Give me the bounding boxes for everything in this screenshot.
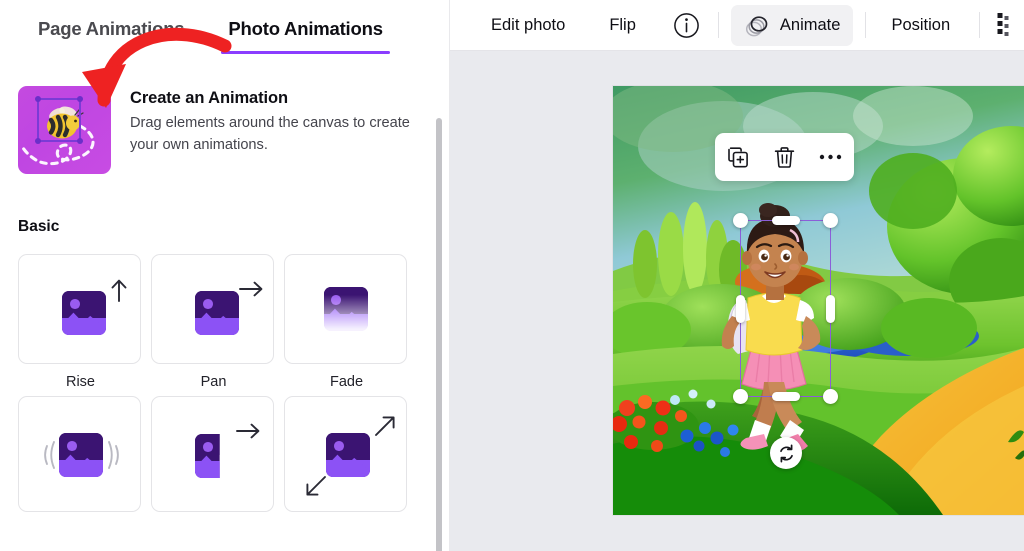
panel-scrollbar[interactable] [436, 118, 442, 551]
animation-tile-rise-cell: Rise [18, 254, 143, 396]
animation-tile-breathe[interactable] [284, 396, 407, 512]
tab-photo-animations[interactable]: Photo Animations [221, 14, 391, 54]
handle-top-left[interactable] [733, 213, 748, 228]
handle-bottom[interactable] [771, 392, 800, 401]
bee-motion-path-icon [18, 86, 111, 174]
animation-label-breathe [284, 512, 409, 544]
element-float-toolbar [715, 133, 854, 181]
ellipsis-icon [820, 154, 842, 160]
animation-label-rise: Rise [65, 374, 95, 390]
handle-bottom-right[interactable] [823, 389, 838, 404]
animation-tile-fade[interactable] [284, 254, 407, 364]
arrow-down-left-icon [306, 476, 326, 496]
photo-toolbar: Edit photo Flip Animate Position [450, 0, 1024, 51]
position-button[interactable]: Position [878, 8, 963, 43]
wave-right-icon [108, 441, 119, 469]
wave-left-icon [44, 441, 55, 469]
toolbar-divider-3 [979, 12, 981, 38]
tab-page-animations[interactable]: Page Animations [38, 14, 185, 54]
selection-box[interactable] [733, 213, 838, 404]
arrow-right-icon [236, 423, 260, 439]
stacked-circles-icon [744, 13, 771, 38]
rotate-icon [779, 444, 793, 462]
create-card-description: Drag elements around the canvas to creat… [130, 115, 410, 154]
arrow-up-icon [111, 279, 127, 302]
create-card-text: Create an Animation Drag elements around… [130, 86, 410, 156]
canvas-area[interactable] [450, 51, 1024, 551]
animation-tile-pan-cell: Pan [151, 254, 276, 396]
animation-tile-rise[interactable] [18, 254, 141, 364]
image-fade-icon [323, 287, 368, 331]
animation-label-pop [18, 512, 143, 544]
animation-presets-grid: Rise Pan Fade [0, 236, 450, 544]
handle-top-right[interactable] [823, 213, 838, 228]
editor-right-side: Edit photo Flip Animate Position [450, 0, 1024, 551]
more-actions-button[interactable] [817, 143, 845, 171]
animate-button[interactable]: Animate [730, 4, 854, 46]
handle-right[interactable] [826, 294, 835, 323]
animation-label-pan: Pan [200, 374, 227, 390]
image-arrow-right-icon [195, 291, 239, 335]
animation-tile-pop-cell [18, 396, 143, 544]
canva-animation-editor: Page Animations Photo Animations Create … [0, 0, 1024, 551]
delete-button[interactable] [770, 143, 798, 171]
animation-tile-fade-cell: Fade [284, 254, 409, 396]
image-breathe-diagonal-icon [326, 433, 370, 477]
duplicate-button[interactable] [724, 143, 752, 171]
edit-photo-button[interactable]: Edit photo [478, 8, 578, 43]
handle-bottom-left[interactable] [733, 389, 748, 404]
rotate-handle[interactable] [770, 437, 802, 469]
handle-top[interactable] [771, 216, 800, 225]
animation-tile-breathe-cell [284, 396, 409, 544]
panel-tabs: Page Animations Photo Animations [0, 0, 450, 56]
animation-tile-pan[interactable] [151, 254, 274, 364]
arrow-right-icon [239, 281, 263, 297]
animation-tile-pop[interactable] [18, 396, 141, 512]
image-wipe-arrow-icon [195, 434, 220, 478]
animation-tile-wipe[interactable] [151, 396, 274, 512]
animation-label-fade: Fade [329, 374, 364, 390]
arrow-up-right-icon [375, 416, 395, 436]
panel-content: Create an Animation Drag elements around… [0, 56, 450, 551]
animate-button-label: Animate [779, 15, 841, 34]
create-an-animation-card[interactable]: Create an Animation Drag elements around… [0, 56, 450, 174]
image-pop-waves-icon [59, 433, 103, 477]
thumb-selection-box [35, 96, 83, 144]
create-card-title: Create an Animation [130, 89, 288, 107]
toolbar-divider-2 [865, 12, 867, 38]
info-circle-icon[interactable] [667, 6, 706, 45]
section-label-basic: Basic [18, 218, 60, 235]
dots-grid-icon[interactable] [992, 4, 1014, 46]
trash-icon [774, 146, 795, 168]
handle-left[interactable] [736, 294, 745, 323]
animation-label-wipe [151, 512, 276, 544]
flip-button[interactable]: Flip [596, 8, 649, 43]
toolbar-divider-1 [717, 12, 719, 38]
animation-tile-wipe-cell [151, 396, 276, 544]
duplicate-icon [727, 146, 748, 167]
image-arrow-up-icon [62, 291, 106, 335]
photo-animations-panel: Page Animations Photo Animations Create … [0, 0, 450, 551]
